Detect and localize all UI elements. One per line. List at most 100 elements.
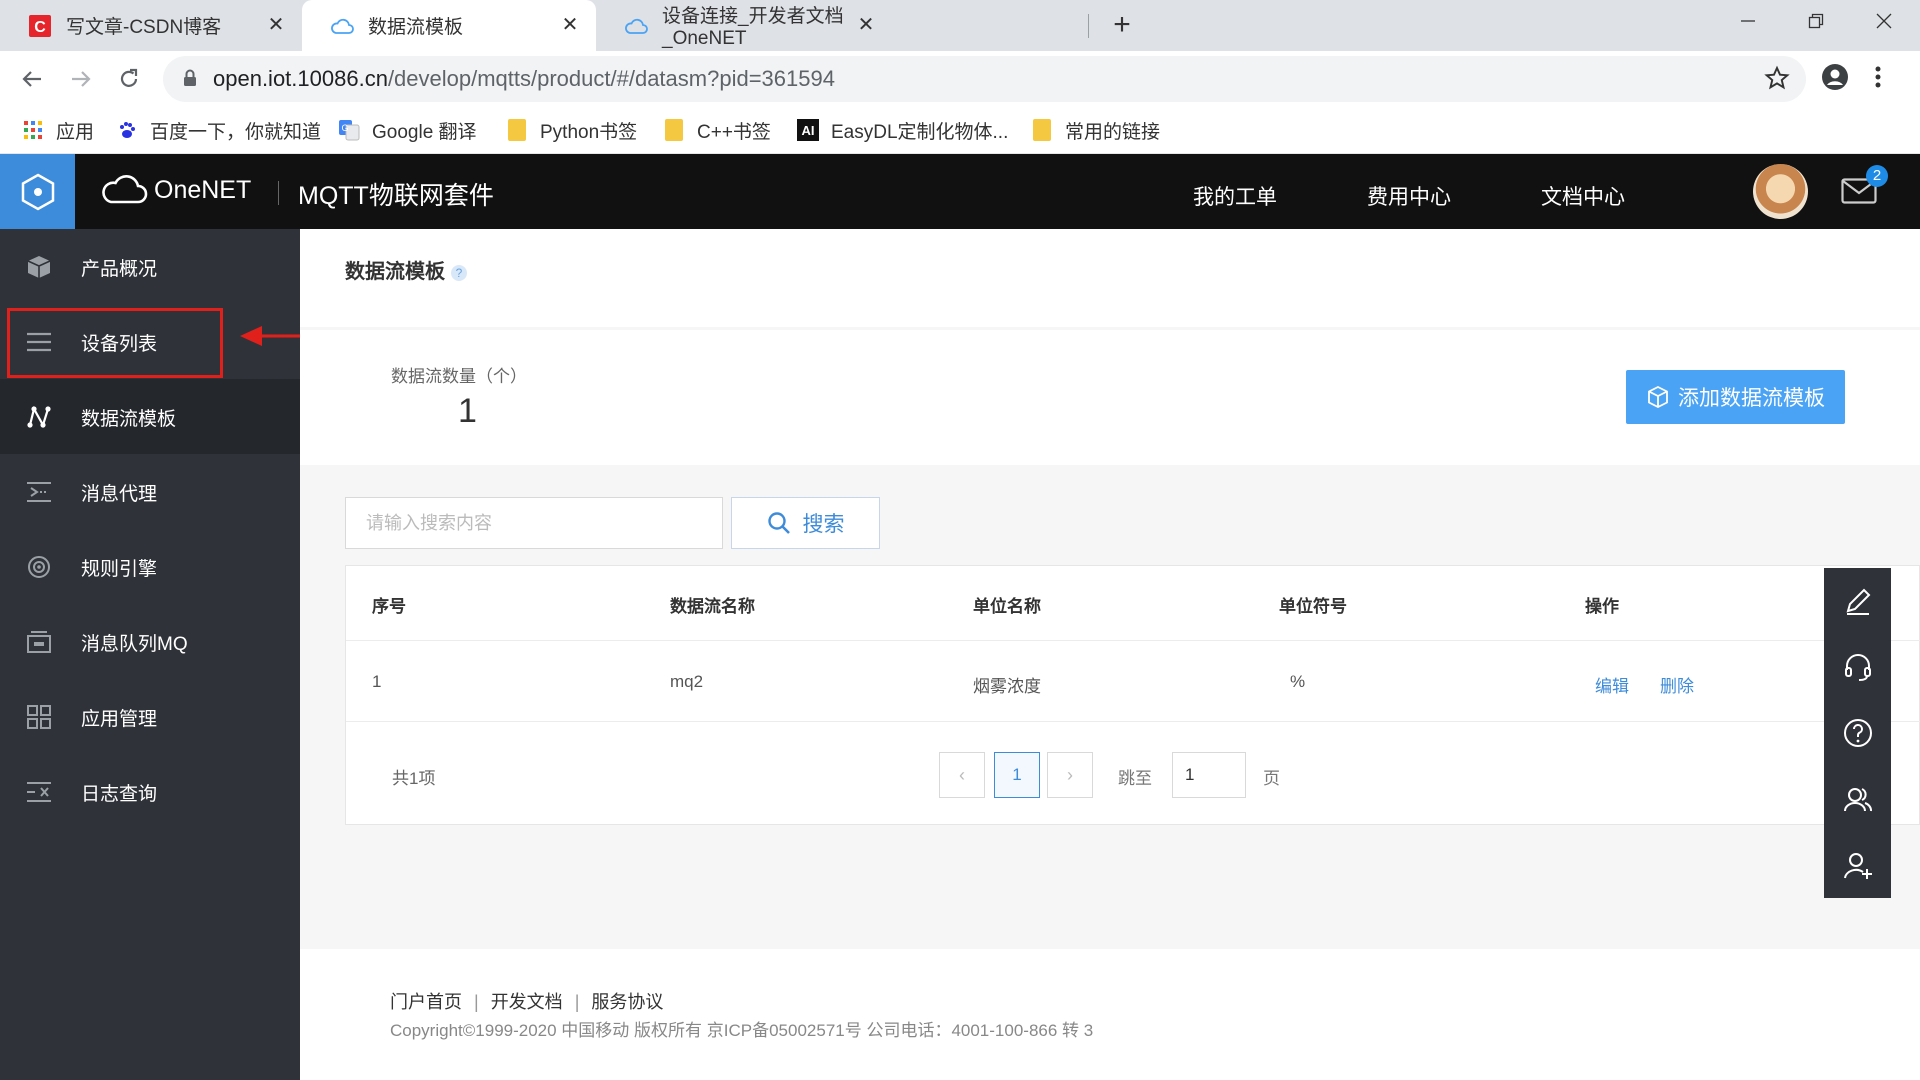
bookmark-python[interactable]: Python书签 bbox=[506, 116, 637, 144]
browser-menu-icon[interactable] bbox=[1874, 62, 1882, 97]
add-datastream-template-button[interactable]: 添加数据流模板 bbox=[1626, 370, 1845, 424]
search-button-label: 搜索 bbox=[802, 513, 845, 536]
cloud-logo-icon bbox=[102, 175, 148, 204]
cell-name: mq2 bbox=[670, 672, 704, 691]
current-page-button[interactable]: 1 bbox=[994, 752, 1040, 798]
message-proxy-icon bbox=[26, 480, 52, 504]
page-unit-label: 页 bbox=[1263, 769, 1280, 788]
profile-icon[interactable] bbox=[1820, 62, 1850, 97]
tab-title: 数据流模板 bbox=[368, 17, 464, 38]
mail-count-badge: 2 bbox=[1866, 165, 1888, 187]
footer-separator: | bbox=[474, 992, 479, 1012]
minimize-icon[interactable] bbox=[1714, 0, 1782, 42]
cloud-icon bbox=[624, 14, 648, 38]
bookmark-label: 百度一下，你就知道 bbox=[150, 121, 322, 143]
edit-icon[interactable] bbox=[1824, 568, 1891, 634]
headset-icon[interactable] bbox=[1824, 634, 1891, 700]
footer-links: 门户首页 | 开发文档 | 服务协议 bbox=[390, 988, 663, 1014]
address-bar[interactable]: open.iot.10086.cn/develop/mqtts/product/… bbox=[163, 56, 1806, 102]
folder-icon bbox=[663, 119, 685, 141]
cell-unit-name: 烟雾浓度 bbox=[973, 677, 1041, 696]
sidebar-item-datastream-template[interactable]: 数据流模板 bbox=[0, 379, 300, 454]
onenet-logo[interactable]: OneNET bbox=[100, 174, 251, 206]
prev-page-button[interactable]: ‹ bbox=[939, 752, 985, 798]
stat-value: 1 bbox=[458, 392, 477, 430]
column-header-index: 序号 bbox=[372, 597, 406, 616]
bookmark-baidu[interactable]: 百度一下，你就知道 bbox=[116, 116, 321, 144]
url-path: /develop/mqtts/product/#/datasm?pid=3615… bbox=[387, 66, 835, 91]
nav-docs-center[interactable]: 文档中心 bbox=[1541, 181, 1625, 211]
sidebar-item-rule-engine[interactable]: 规则引擎 bbox=[0, 529, 300, 604]
footer-link-portal[interactable]: 门户首页 bbox=[390, 992, 462, 1012]
svg-text:G: G bbox=[341, 123, 348, 133]
tab-close-icon[interactable]: ✕ bbox=[558, 13, 582, 37]
sidebar-item-label: 数据流模板 bbox=[81, 409, 177, 430]
csdn-icon: C bbox=[28, 14, 52, 38]
tab-close-icon[interactable]: ✕ bbox=[854, 13, 878, 37]
nav-billing-center[interactable]: 费用中心 bbox=[1367, 181, 1451, 211]
bookmark-cpp[interactable]: C++书签 bbox=[663, 116, 771, 144]
sidebar-item-product-overview[interactable]: 产品概况 bbox=[0, 229, 300, 304]
page-header: 数据流模板? bbox=[300, 229, 1920, 327]
app-header: OneNET MQTT物联网套件 我的工单 费用中心 文档中心 bbox=[0, 154, 1920, 229]
help-icon[interactable]: ? bbox=[451, 264, 467, 281]
bookmark-apps[interactable]: 应用 bbox=[22, 116, 94, 144]
bookmark-common-links[interactable]: 常用的链接 bbox=[1031, 116, 1160, 144]
browser-tab-csdn[interactable]: C 写文章-CSDN博客 ✕ bbox=[0, 0, 302, 51]
rule-engine-icon bbox=[26, 555, 52, 579]
cloud-icon bbox=[330, 14, 354, 38]
column-header-unit-name: 单位名称 bbox=[973, 597, 1041, 616]
new-tab-icon[interactable]: + bbox=[1106, 10, 1138, 42]
stat-label: 数据流数量（个） bbox=[391, 367, 527, 386]
folder-icon bbox=[506, 119, 528, 141]
search-icon bbox=[767, 511, 791, 535]
jump-to-label: 跳至 bbox=[1118, 769, 1152, 788]
product-switch-icon[interactable] bbox=[0, 154, 75, 229]
avatar[interactable] bbox=[1753, 164, 1808, 219]
search-button[interactable]: 搜索 bbox=[731, 497, 880, 549]
sidebar-item-message-queue[interactable]: 消息队列MQ bbox=[0, 604, 300, 679]
bookmark-easydl[interactable]: AI EasyDL定制化物体... bbox=[797, 116, 1008, 144]
footer-link-dev-docs[interactable]: 开发文档 bbox=[491, 992, 563, 1012]
lock-icon bbox=[183, 69, 197, 92]
add-button-label: 添加数据流模板 bbox=[1678, 387, 1825, 410]
bookmark-label: 应用 bbox=[56, 121, 95, 143]
close-window-icon[interactable] bbox=[1850, 0, 1918, 42]
bookmark-google-translate[interactable]: G Google 翻译 bbox=[338, 116, 477, 144]
jump-page-input[interactable] bbox=[1172, 752, 1246, 798]
reload-icon[interactable] bbox=[111, 61, 147, 97]
browser-tab-datastream[interactable]: 数据流模板 ✕ bbox=[302, 0, 596, 51]
sidebar-item-message-proxy[interactable]: 消息代理 bbox=[0, 454, 300, 529]
page-title: 数据流模板? bbox=[345, 255, 467, 284]
cube-icon bbox=[26, 255, 52, 279]
add-user-icon[interactable] bbox=[1824, 832, 1891, 898]
sidebar-item-log-query[interactable]: 日志查询 bbox=[0, 754, 300, 829]
next-page-button[interactable]: › bbox=[1047, 752, 1093, 798]
bookmark-label: Python书签 bbox=[540, 121, 638, 143]
back-icon[interactable] bbox=[14, 61, 50, 97]
footer-link-terms[interactable]: 服务协议 bbox=[591, 992, 663, 1012]
bookmark-star-icon[interactable] bbox=[1764, 65, 1790, 96]
baidu-paw-icon bbox=[116, 119, 138, 141]
footer-separator: | bbox=[574, 992, 580, 1012]
column-header-unit-symbol: 单位符号 bbox=[1279, 597, 1347, 616]
url-text: open.iot.10086.cn/develop/mqtts/product/… bbox=[213, 66, 835, 92]
sidebar-item-label: 应用管理 bbox=[81, 709, 158, 730]
sidebar-item-app-management[interactable]: 应用管理 bbox=[0, 679, 300, 754]
forward-icon[interactable] bbox=[63, 61, 99, 97]
sidebar-item-label: 日志查询 bbox=[81, 784, 158, 805]
sidebar-item-label: 消息队列MQ bbox=[81, 634, 188, 655]
bookmark-label: C++书签 bbox=[697, 121, 771, 143]
browser-tab-onenet-docs[interactable]: 设备连接_开发者文档_OneNET ✕ bbox=[596, 0, 888, 51]
search-input[interactable] bbox=[345, 497, 723, 549]
copyright-text: Copyright©1999-2020 中国移动 版权所有 京ICP备05002… bbox=[390, 1021, 1094, 1040]
community-icon[interactable] bbox=[1824, 766, 1891, 832]
restore-icon[interactable] bbox=[1782, 0, 1850, 42]
delete-link[interactable]: 删除 bbox=[1660, 672, 1694, 697]
nav-my-tickets[interactable]: 我的工单 bbox=[1193, 181, 1277, 211]
help-icon[interactable] bbox=[1824, 700, 1891, 766]
browser-toolbar: open.iot.10086.cn/develop/mqtts/product/… bbox=[0, 51, 1920, 106]
sidebar-item-label: 消息代理 bbox=[81, 484, 158, 505]
tab-close-icon[interactable]: ✕ bbox=[264, 13, 288, 37]
edit-link[interactable]: 编辑 bbox=[1595, 672, 1629, 697]
